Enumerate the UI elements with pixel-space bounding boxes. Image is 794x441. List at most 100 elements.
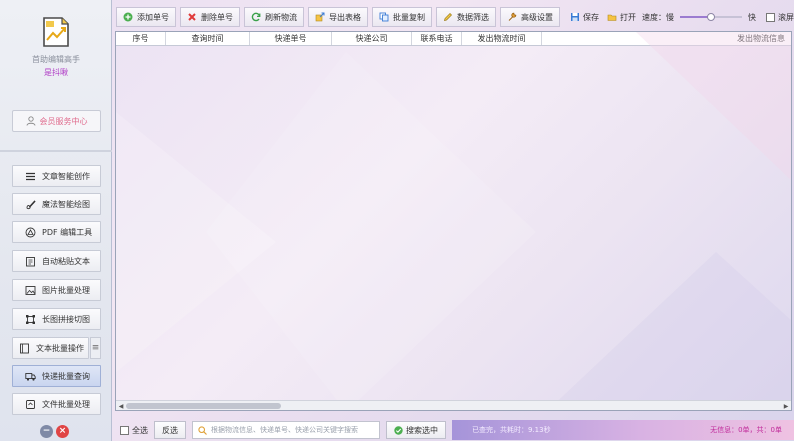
delete-number-button[interactable]: 删除单号 (180, 7, 240, 27)
paste-icon (26, 256, 35, 266)
add-number-label: 添加单号 (137, 12, 169, 22)
sidebar-item-image[interactable]: 图片批量处理 (12, 279, 101, 301)
menu-lines-icon (26, 172, 35, 180)
save-button[interactable]: 保存 (570, 12, 599, 23)
speed-slider-thumb[interactable] (707, 13, 715, 21)
speed-label: 速度：慢 (642, 12, 674, 22)
toolbar: 添加单号 删除单号 刷新物流 导出表格 批量复制 数据筛选 高级设置 保存 打开… (112, 4, 794, 30)
sidebar: 首助编辑高手 是抖啾 会员服务中心 文章智能创作 魔法智能绘图 PDF 编辑工具… (0, 0, 112, 441)
batch-copy-button[interactable]: 批量复制 (372, 7, 432, 27)
file-icon (26, 399, 35, 409)
sidebar-item-label: PDF 编辑工具 (42, 227, 93, 237)
data-filter-button[interactable]: 数据筛选 (436, 7, 496, 27)
search-placeholder: 根据物流信息、快递单号、快递公司关键字搜索 (211, 426, 358, 434)
sidebar-toggle-button[interactable]: ≡ (90, 337, 101, 359)
sidebar-item-label: 自动粘贴文本 (42, 256, 90, 266)
table-header: 序号 查询时间 快递单号 快递公司 联系电话 发出物流时间 发出物流信息 (116, 32, 791, 46)
search-selected-label: 搜索选中 (406, 425, 438, 435)
brush-icon (26, 199, 36, 209)
export-icon (315, 12, 325, 22)
bottom-bar: 全选 反选 根据物流信息、快递单号、快递公司关键字搜索 搜索选中 已查完，共耗时… (112, 419, 794, 441)
close-icon[interactable]: × (56, 425, 69, 438)
select-all-label: 全选 (132, 425, 148, 435)
export-table-button[interactable]: 导出表格 (308, 7, 368, 27)
minimize-icon[interactable]: − (40, 425, 53, 438)
search-input[interactable]: 根据物流信息、快递单号、快递公司关键字搜索 (192, 421, 380, 439)
scroll-right-icon[interactable]: ▶ (782, 402, 790, 410)
member-center-label: 会员服务中心 (39, 116, 88, 126)
sidebar-item-label: 图片批量处理 (42, 285, 90, 295)
sidebar-item-label: 快递批量查询 (42, 371, 90, 381)
sidebar-item-label: 文章智能创作 (42, 171, 90, 181)
sidebar-item-article[interactable]: 文章智能创作 (12, 165, 101, 187)
app-name: 首助编辑高手 (32, 55, 80, 64)
refresh-logistics-button[interactable]: 刷新物流 (244, 7, 304, 27)
crop-icon (26, 314, 35, 324)
results-table[interactable]: 序号 查询时间 快递单号 快递公司 联系电话 发出物流时间 发出物流信息 ◀ ▶ (115, 31, 792, 411)
member-center-button[interactable]: 会员服务中心 (12, 110, 101, 132)
select-all-checkbox[interactable] (120, 425, 129, 435)
scroll-screen-checkbox[interactable] (766, 12, 775, 22)
filter-pencil-icon (444, 13, 452, 21)
save-icon (571, 13, 579, 21)
search-selected-button[interactable]: 搜索选中 (386, 421, 446, 439)
user-icon (26, 116, 35, 126)
open-button[interactable]: 打开 (607, 12, 636, 23)
app-logo-icon (40, 16, 72, 48)
column-header[interactable]: 序号 (116, 32, 166, 45)
column-header[interactable]: 发出物流时间 (462, 32, 542, 45)
sidebar-item-label: 魔法智能绘图 (42, 199, 90, 209)
sidebar-item-file[interactable]: 文件批量处理 (12, 393, 101, 415)
check-circle-icon (394, 425, 403, 435)
invert-selection-button[interactable]: 反选 (154, 421, 186, 439)
scroll-screen-label: 滚屏 (778, 12, 794, 22)
sidebar-item-label: 长图拼接切图 (42, 314, 90, 324)
column-header[interactable]: 发出物流信息 (542, 32, 791, 45)
speed-fast-label: 快 (748, 12, 756, 22)
data-filter-label: 数据筛选 (457, 12, 489, 22)
column-header[interactable]: 快递公司 (332, 32, 412, 45)
open-folder-icon (607, 14, 617, 21)
column-header[interactable]: 查询时间 (166, 32, 250, 45)
text-icon (20, 343, 29, 353)
status-count: 无信息：0单，共：0单 (710, 426, 782, 434)
refresh-logistics-label: 刷新物流 (265, 12, 297, 22)
export-table-label: 导出表格 (329, 12, 361, 22)
refresh-icon (251, 12, 261, 22)
sidebar-item-drawing[interactable]: 魔法智能绘图 (12, 193, 101, 215)
horizontal-scrollbar[interactable]: ◀ ▶ (116, 400, 791, 410)
scrollbar-thumb[interactable] (126, 403, 281, 409)
background-pattern (116, 32, 791, 410)
add-number-button[interactable]: 添加单号 (116, 7, 176, 27)
column-header[interactable]: 联系电话 (412, 32, 462, 45)
scroll-left-icon[interactable]: ◀ (117, 402, 125, 410)
truck-icon (25, 372, 36, 381)
speed-slider[interactable] (680, 12, 742, 22)
delete-number-label: 删除单号 (201, 12, 233, 22)
app-user[interactable]: 是抖啾 (0, 67, 112, 78)
status-elapsed: 已查完，共耗时：9.13秒 (472, 426, 551, 434)
sidebar-item-label: 文本批量操作 (36, 343, 84, 353)
sidebar-item-crop[interactable]: 长图拼接切图 (12, 308, 101, 330)
sidebar-item-express[interactable]: 快递批量查询 (12, 365, 101, 387)
image-icon (25, 285, 36, 295)
advanced-settings-button[interactable]: 高级设置 (500, 7, 560, 27)
sidebar-item-text[interactable]: 文本批量操作 (12, 337, 89, 359)
search-icon (198, 425, 207, 435)
status-bar: 已查完，共耗时：9.13秒 无信息：0单，共：0单 (452, 420, 794, 440)
scroll-screen-toggle[interactable]: 滚屏 (766, 12, 794, 23)
batch-copy-label: 批量复制 (393, 12, 425, 22)
divider (0, 150, 112, 152)
sidebar-item-paste[interactable]: 自动粘贴文本 (12, 250, 101, 272)
pdf-icon (25, 227, 36, 237)
select-all-toggle[interactable]: 全选 (120, 425, 148, 436)
wrench-icon (508, 12, 517, 21)
plus-circle-icon (123, 12, 133, 22)
sidebar-item-pdf[interactable]: PDF 编辑工具 (12, 221, 101, 243)
column-header[interactable]: 快递单号 (250, 32, 332, 45)
copy-icon (379, 12, 389, 22)
delete-x-icon (188, 13, 196, 21)
open-label: 打开 (620, 12, 636, 22)
advanced-settings-label: 高级设置 (521, 12, 553, 22)
sidebar-item-label: 文件批量处理 (42, 399, 90, 409)
